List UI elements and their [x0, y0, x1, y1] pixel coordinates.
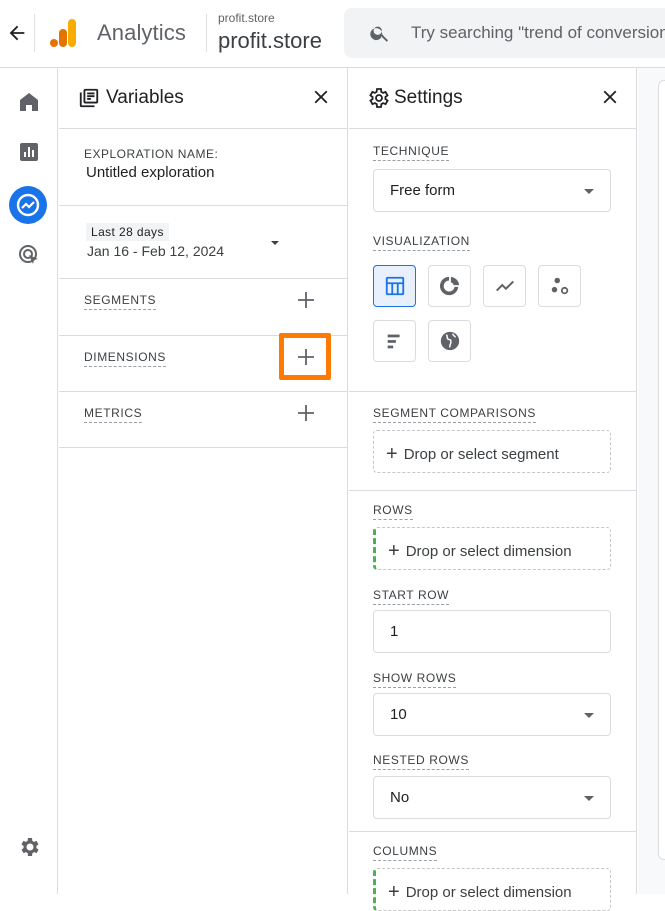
top-app-bar: Analytics profit.store profit.store Try …: [0, 0, 665, 68]
segment-drop-zone[interactable]: + Drop or select segment: [373, 430, 611, 473]
divider: [59, 278, 348, 279]
donut-chart-viz-icon: [439, 276, 460, 296]
start-row-label: START ROW: [373, 588, 450, 605]
line-chart-viz-button[interactable]: [483, 265, 526, 307]
rows-drop-zone[interactable]: + Drop or select dimension: [373, 527, 611, 570]
property-divider: [206, 14, 207, 52]
technique-value: Free form: [390, 182, 456, 199]
left-navigation: [0, 68, 58, 894]
search-input[interactable]: Try searching "trend of conversions": [411, 23, 665, 43]
columns-drop-text: Drop or select dimension: [405, 884, 572, 901]
variables-title: Variables: [106, 87, 184, 108]
variables-panel: Variables EXPLORATION NAME: Untitled exp…: [59, 68, 348, 894]
add-segment-icon[interactable]: [296, 290, 316, 310]
analytics-logo-icon[interactable]: [48, 18, 78, 48]
plus-icon: +: [388, 881, 400, 903]
back-arrow-icon[interactable]: [6, 22, 28, 44]
geo-map-viz-icon: [440, 331, 460, 351]
divider: [59, 205, 348, 206]
bar-chart-viz-button[interactable]: [373, 320, 416, 362]
table-viz-button[interactable]: [373, 265, 416, 307]
start-row-input[interactable]: 1: [373, 610, 611, 653]
divider: [349, 391, 637, 392]
canvas-card[interactable]: [658, 80, 665, 860]
settings-gear-icon: [366, 86, 390, 110]
scatter-plot-viz-icon: [551, 277, 569, 295]
date-preset-chip[interactable]: Last 28 days: [86, 223, 169, 241]
explore-nav-item[interactable]: [9, 186, 47, 224]
visualization-label: VISUALIZATION: [373, 234, 470, 251]
property-selector[interactable]: profit.store: [218, 28, 322, 54]
settings-title: Settings: [394, 87, 463, 108]
plus-icon: +: [386, 443, 398, 465]
reports-icon[interactable]: [17, 140, 41, 164]
divider: [349, 831, 637, 832]
divider: [59, 391, 348, 392]
columns-label: COLUMNS: [373, 844, 438, 861]
search-bar[interactable]: Try searching "trend of conversions": [344, 8, 665, 58]
start-row-value: 1: [390, 623, 399, 640]
exploration-name-input[interactable]: Untitled exploration: [86, 164, 214, 181]
exploration-name-label: EXPLORATION NAME:: [84, 147, 219, 161]
divider: [349, 128, 637, 129]
scatter-plot-viz-button[interactable]: [538, 265, 581, 307]
date-range[interactable]: Jan 16 - Feb 12, 2024: [87, 243, 224, 259]
columns-drop-zone[interactable]: + Drop or select dimension: [373, 868, 611, 911]
rows-label: ROWS: [373, 503, 413, 520]
rows-drop-text: Drop or select dimension: [405, 543, 572, 560]
exploration-canvas: [638, 68, 665, 894]
account-name[interactable]: profit.store: [218, 11, 275, 25]
divider: [59, 447, 348, 448]
add-metric-icon[interactable]: [296, 403, 316, 423]
date-dropdown-caret-icon[interactable]: [271, 241, 279, 245]
technique-select[interactable]: Free form: [373, 169, 611, 212]
chevron-down-icon: [584, 796, 594, 801]
dimensions-label: DIMENSIONS: [84, 350, 167, 367]
geo-map-viz-button[interactable]: [428, 320, 471, 362]
settings-panel: Settings TECHNIQUE Free form VISUALIZATI…: [349, 68, 637, 911]
gear-icon[interactable]: [17, 835, 41, 859]
divider: [59, 128, 348, 129]
nested-rows-value: No: [390, 789, 410, 806]
advertising-icon[interactable]: [17, 243, 41, 267]
add-dimension-highlight: [279, 333, 331, 380]
table-viz-icon: [385, 276, 405, 296]
nested-rows-select[interactable]: No: [373, 776, 611, 819]
segment-drop-text: Drop or select segment: [403, 446, 559, 463]
technique-label: TECHNIQUE: [373, 144, 450, 161]
segments-label: SEGMENTS: [84, 293, 157, 310]
close-variables-icon[interactable]: [310, 86, 332, 108]
show-rows-value: 10: [390, 706, 407, 723]
divider: [349, 490, 637, 491]
show-rows-select[interactable]: 10: [373, 693, 611, 736]
variables-icon: [78, 87, 100, 109]
plus-icon: +: [388, 540, 400, 562]
show-rows-label: SHOW ROWS: [373, 671, 457, 688]
metrics-label: METRICS: [84, 406, 143, 423]
chevron-down-icon: [584, 713, 594, 718]
search-icon: [369, 22, 391, 44]
home-icon[interactable]: [17, 90, 41, 114]
nested-rows-label: NESTED ROWS: [373, 753, 469, 770]
segment-comparisons-label: SEGMENT COMPARISONS: [373, 406, 536, 423]
chevron-down-icon: [584, 189, 594, 194]
line-chart-viz-icon: [496, 280, 514, 292]
bar-chart-viz-icon: [387, 334, 400, 349]
topbar-divider: [34, 14, 35, 52]
product-name: Analytics: [97, 20, 186, 45]
donut-chart-viz-button[interactable]: [428, 265, 471, 307]
close-settings-icon[interactable]: [599, 86, 621, 108]
